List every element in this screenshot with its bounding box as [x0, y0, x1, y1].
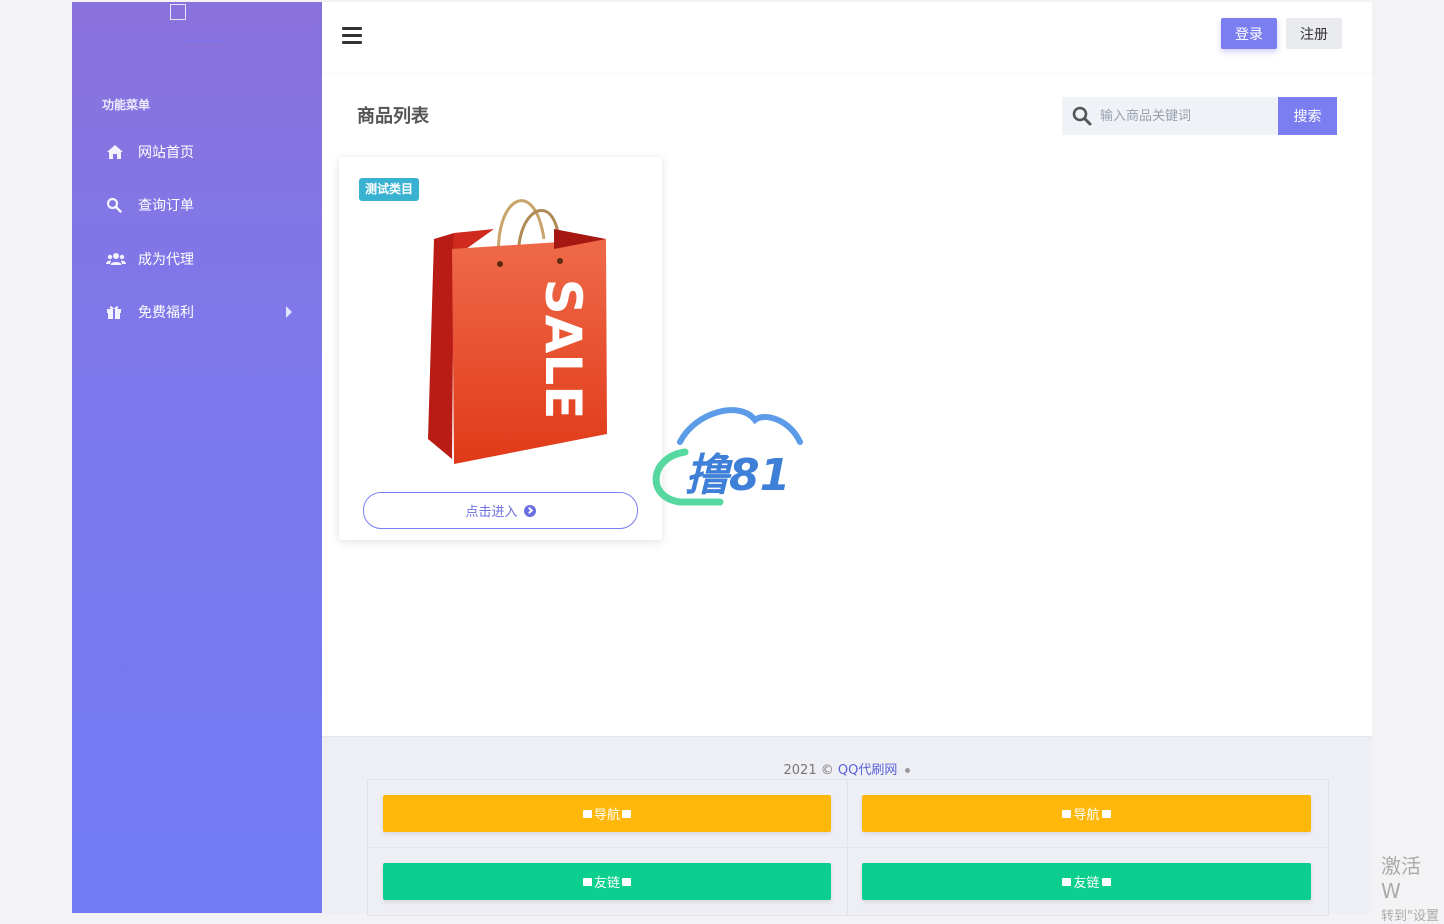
gift-icon	[1101, 809, 1111, 818]
friend-link-label: 友链	[1073, 876, 1100, 891]
friend-link-button[interactable]: 友链	[862, 863, 1311, 900]
login-button[interactable]: 登录	[1221, 18, 1277, 49]
site-link[interactable]: QQ代刷网	[838, 763, 897, 778]
search-box	[1062, 97, 1278, 135]
sidebar-item-label: 网站首页	[138, 145, 194, 161]
sidebar-item-freebies[interactable]: 免费福利	[102, 299, 302, 325]
sidebar-item-label: 成为代理	[138, 252, 194, 268]
watermark-logo: 撸81	[640, 402, 810, 516]
sidebar-item-agent[interactable]: 成为代理	[102, 246, 302, 272]
sidebar-item-orders[interactable]: 查询订单	[102, 192, 302, 218]
sidebar-item-label: 查询订单	[138, 198, 194, 214]
watermark-text: 撸81	[685, 450, 790, 501]
enter-button[interactable]: 点击进入	[363, 492, 638, 529]
main-content: 登录 注册 商品列表 搜索 测试类目	[322, 2, 1372, 916]
footer: 2021 © QQ代刷网 导航 导航 友链 友链	[322, 736, 1372, 916]
search-bar: 搜索	[1062, 97, 1337, 135]
menu-title: 功能菜单	[102, 98, 151, 112]
bag-sale-text: SALE	[534, 279, 592, 420]
category-badge: 测试类目	[359, 178, 420, 201]
menu-toggle-icon[interactable]	[342, 27, 362, 45]
product-image: SALE	[424, 179, 614, 473]
gift-icon	[1101, 877, 1111, 886]
logo-divider	[184, 40, 224, 41]
sidebar-item-home[interactable]: 网站首页	[102, 139, 302, 165]
nav-link-label: 导航	[593, 808, 620, 823]
dot-icon	[905, 768, 911, 773]
register-button[interactable]: 注册	[1286, 18, 1342, 49]
gift-icon	[582, 809, 592, 818]
users-icon	[106, 250, 132, 268]
arrow-circle-icon	[523, 504, 536, 517]
home-icon	[106, 143, 132, 161]
gift-icon	[1062, 809, 1072, 818]
activation-line-2: 转到"设置	[1381, 909, 1439, 924]
nav-link-button[interactable]: 导航	[862, 795, 1311, 832]
product-card[interactable]: 测试类目 SALE 点击进入	[339, 157, 662, 540]
enter-button-label: 点击进入	[465, 505, 518, 520]
friend-link-label: 友链	[593, 876, 620, 891]
sidebar-item-label: 免费福利	[138, 305, 194, 321]
gift-icon	[622, 809, 631, 818]
gift-icon	[622, 877, 631, 886]
sidebar: 功能菜单 网站首页 查询订单 成为代理 免费福利	[72, 2, 322, 913]
search-icon	[1072, 106, 1092, 126]
nav-link-button[interactable]: 导航	[383, 795, 831, 832]
copyright: 2021 © QQ代刷网	[322, 759, 1372, 778]
search-icon	[106, 196, 132, 214]
page-title: 商品列表	[357, 106, 429, 127]
gift-icon	[106, 303, 132, 321]
search-button[interactable]: 搜索	[1278, 97, 1337, 135]
copyright-text: 2021 ©	[783, 763, 834, 778]
link-table: 导航 导航 友链 友链	[367, 779, 1329, 916]
chevron-right-icon	[286, 306, 292, 318]
search-input[interactable]	[1098, 107, 1272, 125]
gift-icon	[582, 877, 592, 886]
logo-icon	[170, 4, 186, 20]
gift-icon	[1062, 877, 1072, 886]
friend-link-button[interactable]: 友链	[383, 863, 831, 900]
nav-link-label: 导航	[1073, 808, 1100, 823]
top-bar: 登录 注册	[322, 2, 1372, 72]
activation-line-1: 激活 W	[1381, 854, 1421, 903]
